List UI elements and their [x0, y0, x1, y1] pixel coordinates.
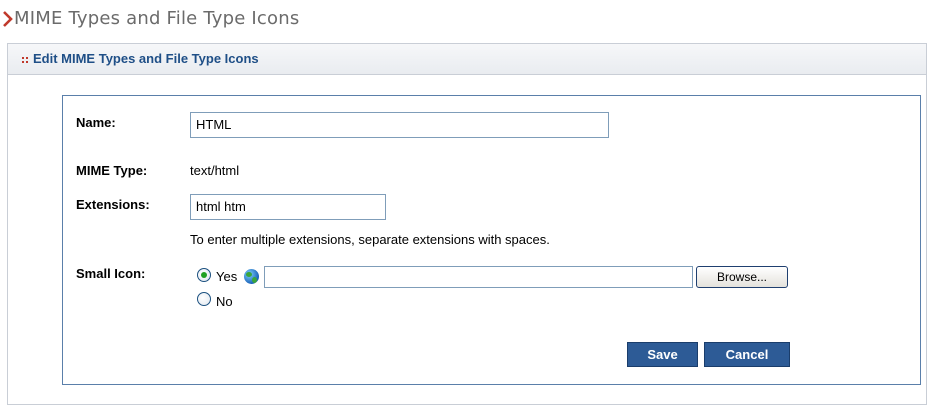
small-icon-label: Small Icon: [76, 266, 146, 281]
name-label: Name: [76, 115, 116, 130]
radio-yes-label[interactable]: Yes [216, 269, 237, 284]
page-title: MIME Types and File Type Icons [14, 8, 300, 29]
name-input[interactable]: HTML [190, 112, 609, 138]
browse-button[interactable]: Browse... [696, 266, 788, 288]
icon-path-input[interactable] [264, 266, 693, 288]
panel-title: Edit MIME Types and File Type Icons [33, 51, 259, 66]
radio-no-label[interactable]: No [216, 294, 233, 309]
page-header: MIME Types and File Type Icons [0, 0, 930, 40]
radio-selected-dot [201, 272, 207, 278]
cancel-button[interactable]: Cancel [704, 342, 790, 367]
extensions-input[interactable]: html htm [190, 194, 386, 220]
globe-icon [244, 269, 259, 284]
chevron-right-icon [3, 11, 13, 27]
mime-type-label: MIME Type: [76, 163, 148, 178]
grip-dots-icon [22, 57, 28, 63]
panel-header: Edit MIME Types and File Type Icons [8, 44, 926, 75]
extensions-hint: To enter multiple extensions, separate e… [190, 232, 550, 247]
extensions-label: Extensions: [76, 197, 150, 212]
edit-panel: Edit MIME Types and File Type Icons Name… [7, 43, 927, 405]
save-button[interactable]: Save [627, 342, 698, 367]
mime-type-value: text/html [190, 163, 240, 178]
radio-no[interactable] [197, 292, 211, 306]
edit-form: Name: HTML MIME Type: text/html Extensio… [62, 95, 921, 385]
radio-yes[interactable] [197, 268, 211, 282]
